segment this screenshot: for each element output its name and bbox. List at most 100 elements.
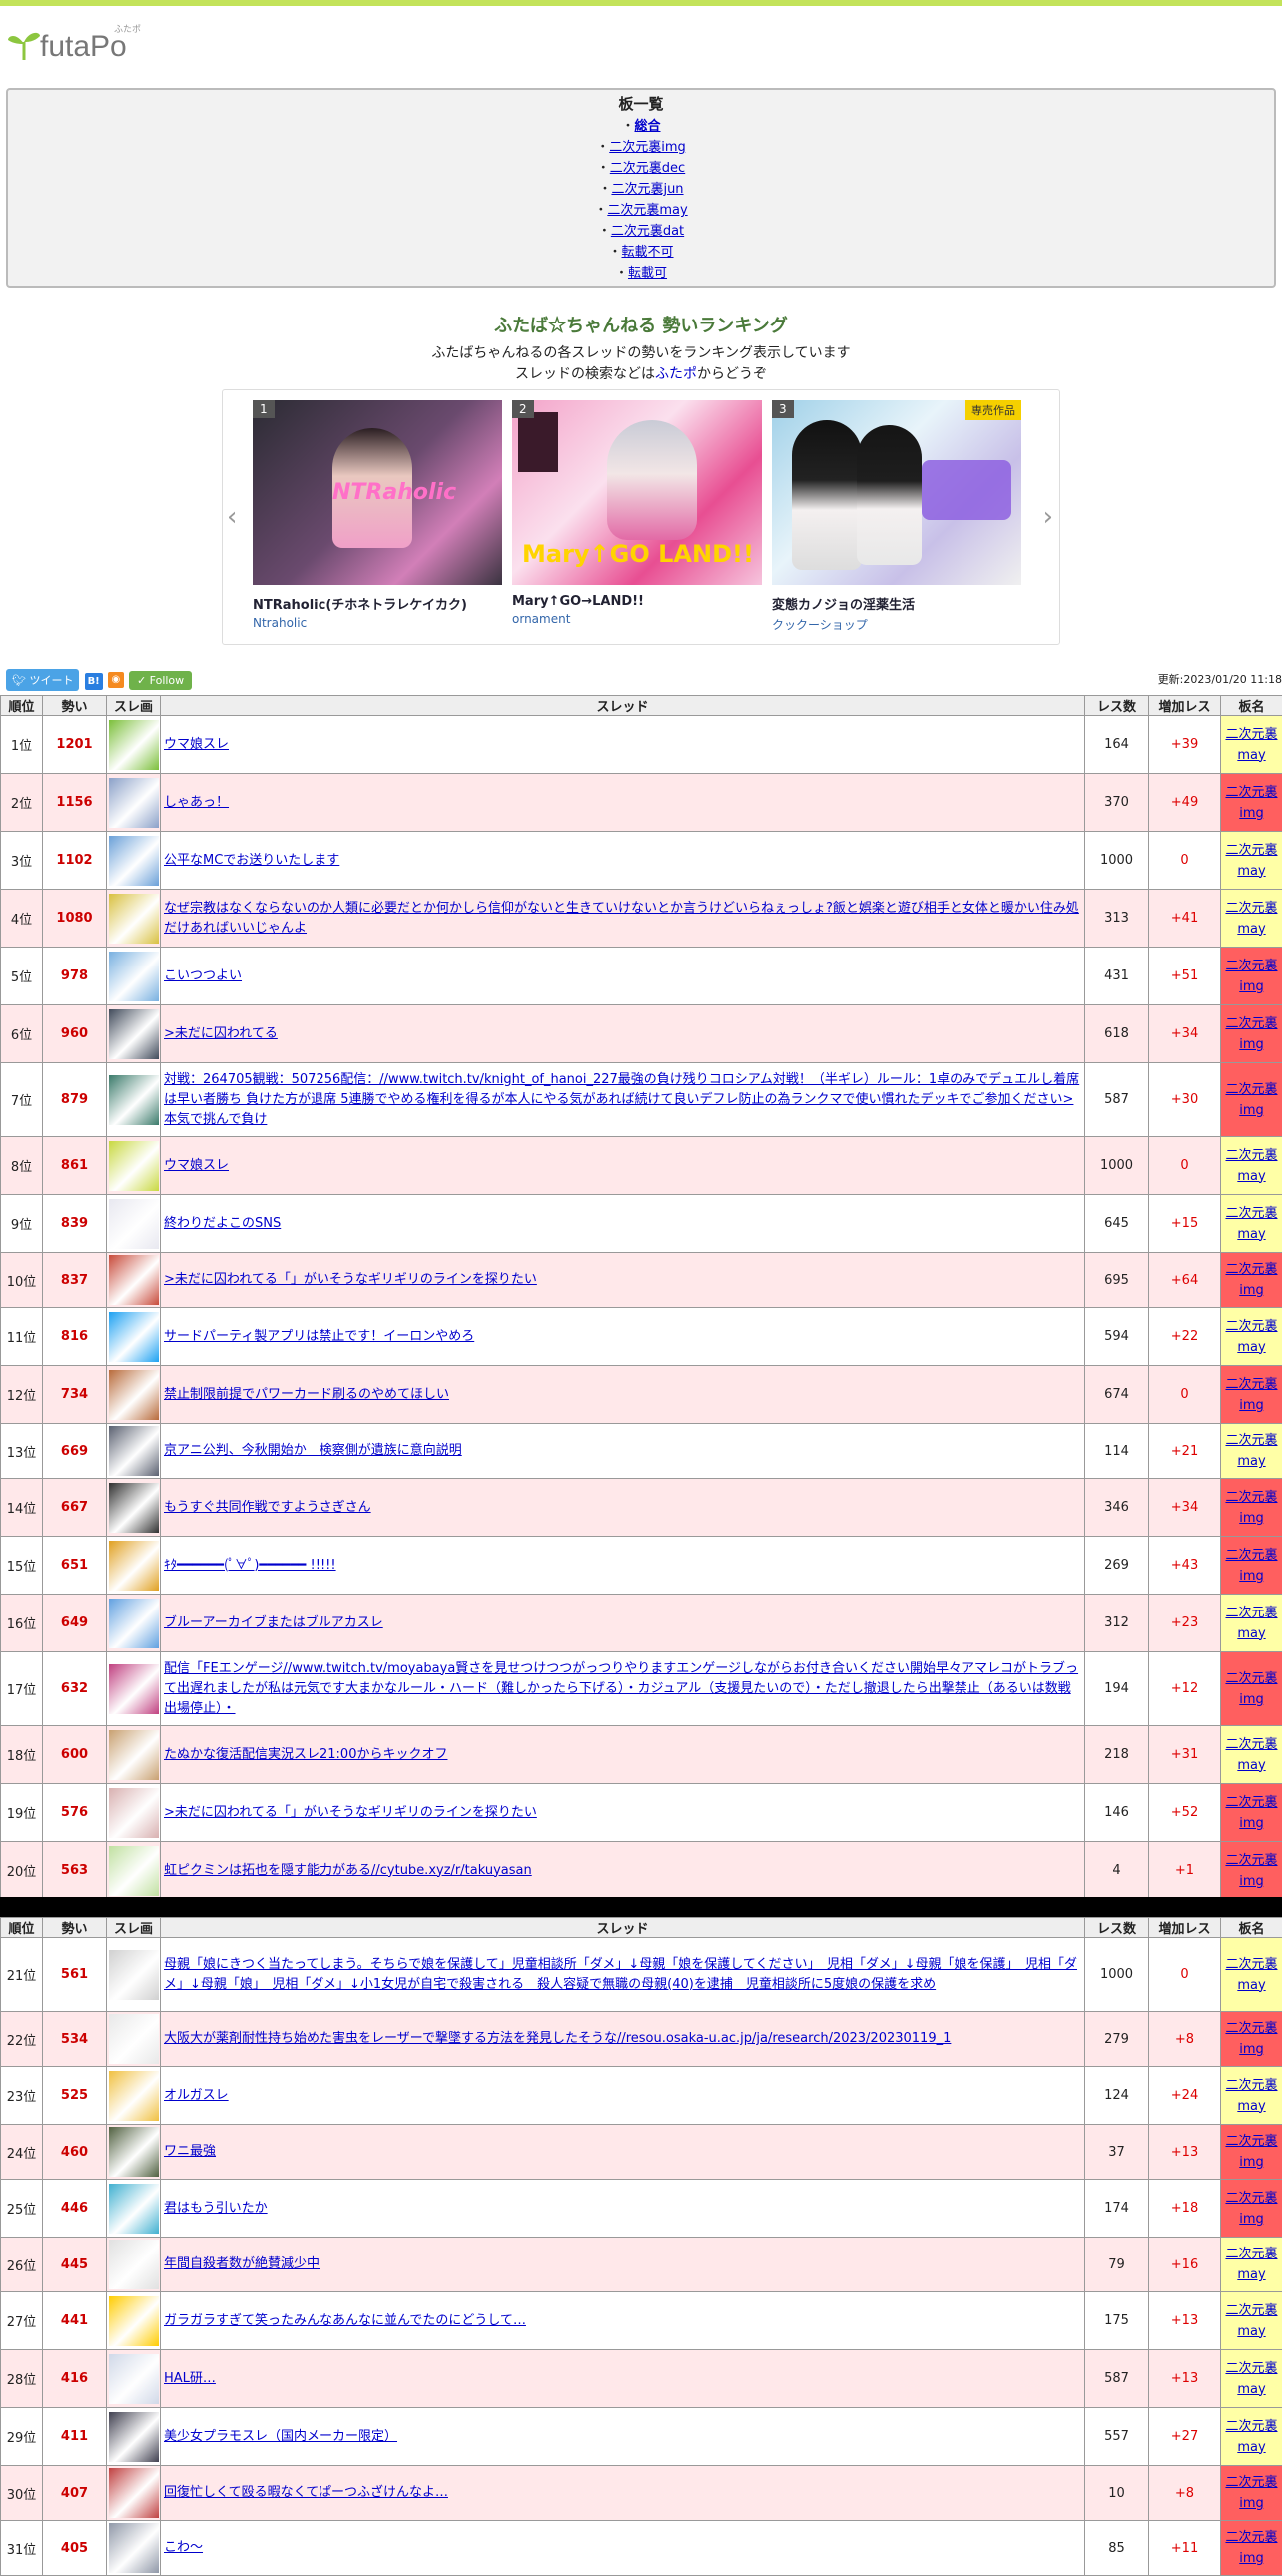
board-name-link[interactable]: 二次元裏img xyxy=(1225,785,1277,821)
thumbnail-image[interactable] xyxy=(109,1370,159,1420)
card-maker[interactable]: Ntraholic xyxy=(253,616,502,630)
thread-title-link[interactable]: こわ〜 xyxy=(164,2540,203,2555)
thread-thumbnail[interactable] xyxy=(107,1595,161,1652)
thumbnail-image[interactable] xyxy=(109,1199,159,1249)
thread-title-link[interactable]: 君はもう引いたか xyxy=(164,2201,268,2216)
carousel-prev-button[interactable]: ‹ xyxy=(227,502,237,532)
thread-title-link[interactable]: >未だに囚われてる xyxy=(164,1026,278,1041)
board-name-link[interactable]: 二次元裏img xyxy=(1225,2021,1277,2057)
card-maker[interactable]: ornament xyxy=(512,612,762,626)
thumbnail-image[interactable] xyxy=(109,2468,159,2518)
thread-thumbnail[interactable] xyxy=(107,1005,161,1063)
board-name-link[interactable]: 二次元裏img xyxy=(1225,2134,1277,2170)
thread-thumbnail[interactable] xyxy=(107,1842,161,1900)
board-name-link[interactable]: 二次元裏may xyxy=(1225,2419,1277,2455)
thread-thumbnail[interactable] xyxy=(107,832,161,890)
thread-title-link[interactable]: >未だに囚われてる「」がいそうなギリギリのラインを探りたい xyxy=(164,1805,537,1820)
thread-thumbnail[interactable] xyxy=(107,1308,161,1366)
board-name-link[interactable]: 二次元裏img xyxy=(1225,1016,1277,1052)
thread-title-link[interactable]: ｷﾀ━━━━━━(ﾟ∀ﾟ)━━━━━━ !!!!! xyxy=(164,1558,336,1573)
thread-thumbnail[interactable] xyxy=(107,1479,161,1537)
thread-thumbnail[interactable] xyxy=(107,2521,161,2576)
thread-title-link[interactable]: 母親「娘にきつく当たってしまう。そちらで娘を保護して」児童相談所「ダメ」↓母親「… xyxy=(164,1957,1077,1992)
thumbnail-image[interactable] xyxy=(109,2296,159,2346)
thumbnail-image[interactable] xyxy=(109,2127,159,2177)
follow-button[interactable]: ✓ Follow xyxy=(129,671,192,690)
thumbnail-image[interactable] xyxy=(109,1541,159,1591)
board-name-link[interactable]: 二次元裏img xyxy=(1225,1377,1277,1413)
carousel-card[interactable]: NTRaholic 1 NTRaholic(チホネトラレケイカク) Ntraho… xyxy=(253,400,502,630)
thread-title-link[interactable]: こいつつよい xyxy=(164,968,242,983)
thread-title-link[interactable]: オルガスレ xyxy=(164,2088,229,2103)
card-image[interactable]: Mary↑GO LAND!! 2 xyxy=(512,400,762,585)
thread-thumbnail[interactable] xyxy=(107,2125,161,2180)
thread-thumbnail[interactable] xyxy=(107,774,161,832)
thread-thumbnail[interactable] xyxy=(107,2350,161,2408)
thumbnail-image[interactable] xyxy=(109,1426,159,1476)
thread-thumbnail[interactable] xyxy=(107,1784,161,1842)
board-name-link[interactable]: 二次元裏may xyxy=(1225,1319,1277,1355)
thread-title-link[interactable]: ブルーアーカイブまたはブルアカスレ xyxy=(164,1615,383,1630)
tweet-button[interactable]: 🐦︎ ツイート xyxy=(6,669,79,691)
thumbnail-image[interactable] xyxy=(109,1599,159,1648)
thumbnail-image[interactable] xyxy=(109,1255,159,1305)
futapo-link[interactable]: ふたポ xyxy=(655,366,697,382)
board-name-link[interactable]: 二次元裏img xyxy=(1225,1671,1277,1707)
hatena-bookmark-button[interactable]: B! xyxy=(85,673,103,690)
thread-title-link[interactable]: HAL研… xyxy=(164,2371,216,2386)
board-link-jun[interactable]: 二次元裏jun xyxy=(611,182,683,197)
thumbnail-image[interactable] xyxy=(109,836,159,886)
thread-title-link[interactable]: 年間自殺者数が絶賛減少中 xyxy=(164,2256,320,2271)
card-title[interactable]: Mary↑GO→LAND!! xyxy=(512,594,762,609)
card-image[interactable]: NTRaholic 1 xyxy=(253,400,502,585)
board-link-repost[interactable]: 転載可 xyxy=(628,266,667,281)
thread-title-link[interactable]: なぜ宗教はなくならないのか人類に必要だとか何かしら信仰がないと生きていけないとか… xyxy=(164,901,1079,936)
thread-thumbnail[interactable] xyxy=(107,1253,161,1308)
card-title[interactable]: 変態カノジョの淫薬生活 xyxy=(772,594,1021,613)
thread-title-link[interactable]: 公平なMCでお送りいたします xyxy=(164,853,339,868)
thread-thumbnail[interactable] xyxy=(107,2012,161,2067)
board-name-link[interactable]: 二次元裏may xyxy=(1225,843,1277,879)
card-image[interactable]: 3 専売作品 xyxy=(772,400,1021,585)
thread-thumbnail[interactable] xyxy=(107,2408,161,2466)
thread-thumbnail[interactable] xyxy=(107,1063,161,1137)
thumbnail-image[interactable] xyxy=(109,2184,159,2234)
board-name-link[interactable]: 二次元裏img xyxy=(1225,2530,1277,2566)
thread-title-link[interactable]: ガラガラすぎて笑ったみんなあんなに並んでたのにどうして… xyxy=(164,2313,526,2328)
thumbnail-image[interactable] xyxy=(109,2071,159,2121)
thread-thumbnail[interactable] xyxy=(107,1652,161,1726)
thumbnail-image[interactable] xyxy=(109,1141,159,1191)
thumbnail-image[interactable] xyxy=(109,2014,159,2064)
thread-thumbnail[interactable] xyxy=(107,2067,161,2125)
thread-thumbnail[interactable] xyxy=(107,2180,161,2238)
thumbnail-image[interactable] xyxy=(109,1846,159,1896)
thumbnail-image[interactable] xyxy=(109,2354,159,2404)
thread-title-link[interactable]: しゃあっ！ xyxy=(164,795,229,810)
board-name-link[interactable]: 二次元裏img xyxy=(1225,1082,1277,1118)
thumbnail-image[interactable] xyxy=(109,1312,159,1362)
board-name-link[interactable]: 二次元裏may xyxy=(1225,1957,1277,1993)
thread-thumbnail[interactable] xyxy=(107,1424,161,1479)
board-name-link[interactable]: 二次元裏img xyxy=(1225,2191,1277,2227)
board-name-link[interactable]: 二次元裏img xyxy=(1225,1548,1277,1584)
thumbnail-image[interactable] xyxy=(109,778,159,828)
thread-thumbnail[interactable] xyxy=(107,1726,161,1784)
thumbnail-image[interactable] xyxy=(109,1730,159,1780)
thumbnail-image[interactable] xyxy=(109,952,159,1001)
rss-icon[interactable]: ◉ xyxy=(108,672,124,688)
thumbnail-image[interactable] xyxy=(109,1664,159,1714)
thumbnail-image[interactable] xyxy=(109,2240,159,2289)
thread-title-link[interactable]: 禁止制限前提でパワーカード刷るのやめてほしい xyxy=(164,1387,449,1402)
thread-title-link[interactable]: 配信「FEエンゲージ//www.twitch.tv/moyabaya賢さを見せつ… xyxy=(164,1661,1078,1716)
thumbnail-image[interactable] xyxy=(109,720,159,770)
board-name-link[interactable]: 二次元裏img xyxy=(1225,1853,1277,1889)
thread-thumbnail[interactable] xyxy=(107,1537,161,1595)
thread-title-link[interactable]: 大阪大が薬剤耐性持ち始めた害虫をレーザーで撃墜する方法を発見したそうな//res… xyxy=(164,2031,951,2046)
board-name-link[interactable]: 二次元裏may xyxy=(1225,2078,1277,2114)
thread-title-link[interactable]: ワニ最強 xyxy=(164,2144,216,2159)
card-maker[interactable]: クックーショップ xyxy=(772,616,1021,633)
board-name-link[interactable]: 二次元裏may xyxy=(1225,2247,1277,2282)
thread-title-link[interactable]: 虹ピクミンは拓也を隠す能力がある//cytube.xyz/r/takuyasan xyxy=(164,1863,532,1878)
thread-thumbnail[interactable] xyxy=(107,890,161,948)
board-link-dat[interactable]: 二次元裏dat xyxy=(611,224,684,239)
